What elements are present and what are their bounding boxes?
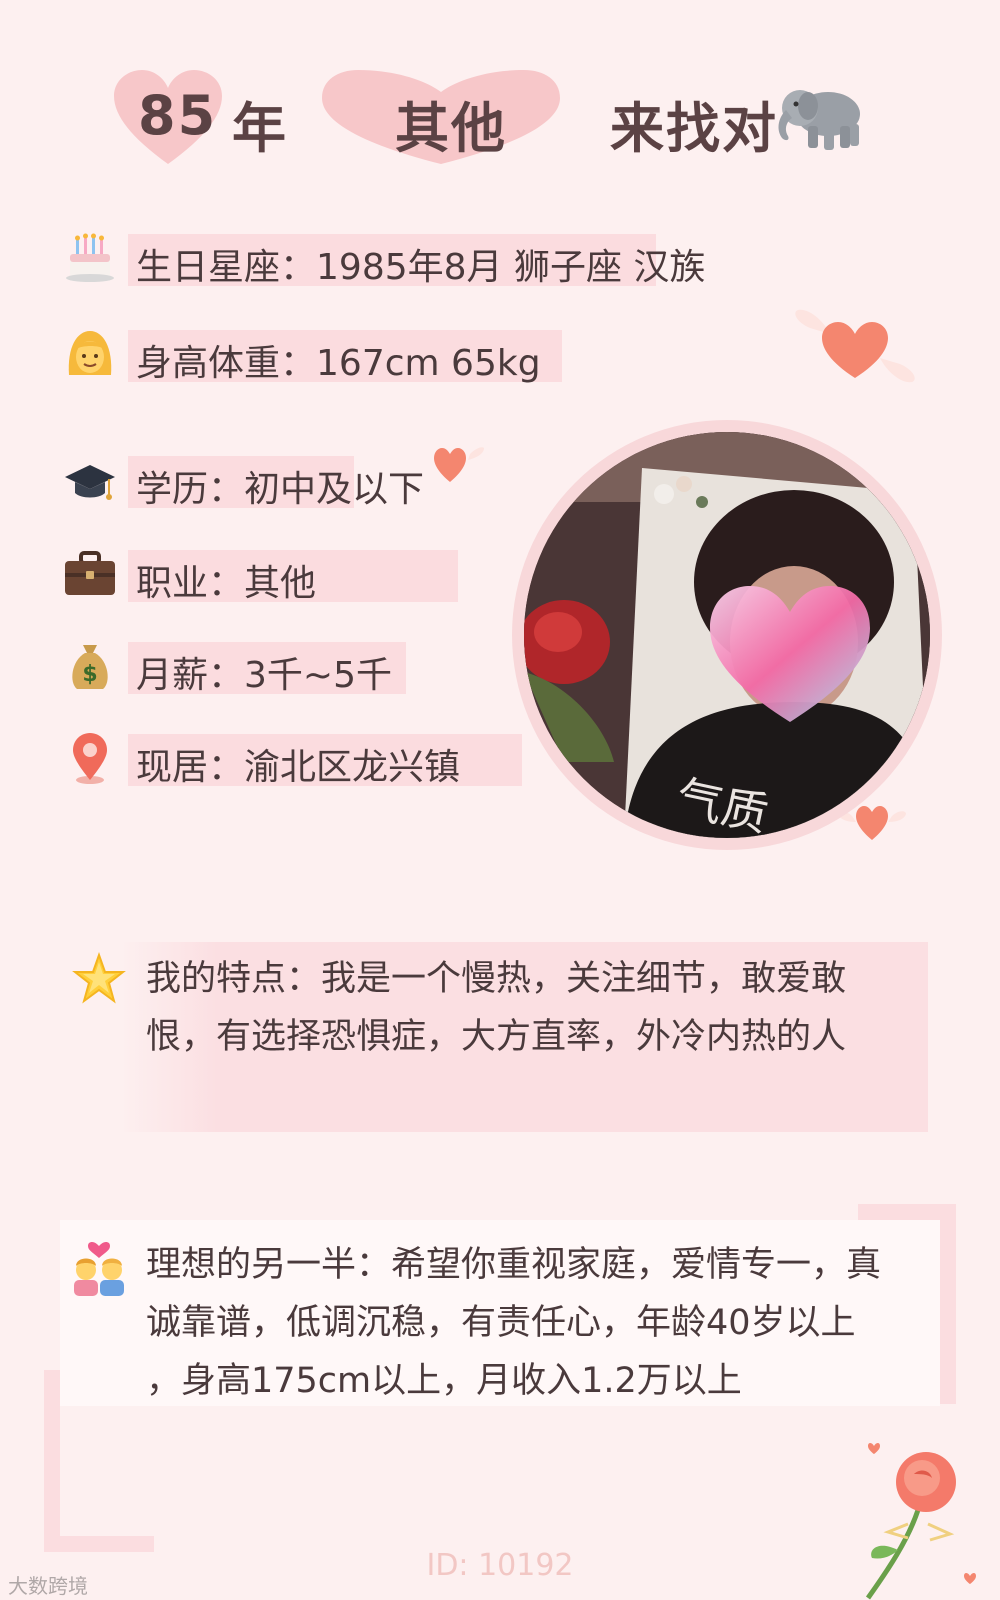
row-value: 1985年8月 狮子座 汉族 xyxy=(316,247,706,288)
height-weight-row: 身高体重：167cm 65kg xyxy=(136,334,541,386)
row-value: 渝北区龙兴镇 xyxy=(244,747,461,788)
row-value: 其他 xyxy=(244,563,317,604)
ideal-line-3: ，身高175cm以上，月收入1.2万以上 xyxy=(146,1361,742,1401)
woman-icon xyxy=(62,326,118,382)
location-pin-icon xyxy=(62,730,118,786)
profile-id: ID: 10192 xyxy=(426,1548,574,1583)
tagline: 来找对 xyxy=(610,97,778,160)
winged-heart-icon xyxy=(795,309,915,383)
traits-line-1: 我的特点：我是一个慢热，关注细节，敢爱敢 xyxy=(146,959,847,999)
small-heart-icon xyxy=(434,447,484,482)
ideal-text: 理想的另一半：希望你重视家庭，爱情专一，真 诚靠谱，低调沉稳，有责任心，年龄40… xyxy=(146,1236,936,1410)
row-value: 初中及以下 xyxy=(244,469,425,510)
row-label: 身高体重： xyxy=(136,343,317,384)
row-value: 167cm 65kg xyxy=(316,343,541,384)
year-label: 85 xyxy=(138,84,218,147)
row-value: 3千~5千 xyxy=(244,655,392,696)
money-bag-icon: $ xyxy=(62,638,118,694)
elephant-icon xyxy=(778,90,860,150)
couple-heart-icon xyxy=(74,1242,124,1296)
occupation-row: 职业：其他 xyxy=(136,554,316,606)
row-label: 生日星座： xyxy=(136,247,317,288)
residence-row: 现居：渝北区龙兴镇 xyxy=(136,738,460,790)
year-suffix: 年 xyxy=(232,97,288,160)
ideal-line-2: 诚靠谱，低调沉稳，有责任心，年龄40岁以上 xyxy=(146,1303,856,1343)
briefcase-icon xyxy=(62,546,118,602)
profile-photo[interactable]: 气质 xyxy=(524,432,930,838)
ideal-line-1: 理想的另一半：希望你重视家庭，爱情专一，真 xyxy=(146,1245,882,1285)
graduation-cap-icon xyxy=(62,454,118,510)
category-label: 其他 xyxy=(395,97,507,160)
cake-icon xyxy=(62,230,118,286)
svg-text:$: $ xyxy=(82,662,97,687)
star-icon xyxy=(72,952,126,1004)
birthday-zodiac-row: 生日星座：1985年8月 狮子座 汉族 xyxy=(136,238,705,290)
traits-line-2: 恨，有选择恐惧症，大方直率，外冷内热的人 xyxy=(146,1017,847,1057)
row-label: 学历： xyxy=(136,469,245,510)
row-label: 现居： xyxy=(136,747,245,788)
salary-row: 月薪：3千~5千 xyxy=(136,646,392,698)
photo-illustration: 气质 xyxy=(524,432,930,838)
education-row: 学历：初中及以下 xyxy=(136,460,424,512)
watermark: 大数跨境 xyxy=(8,1574,88,1598)
traits-text: 我的特点：我是一个慢热，关注细节，敢爱敢 恨，有选择恐惧症，大方直率，外冷内热的… xyxy=(146,950,926,1066)
row-label: 月薪： xyxy=(136,655,245,696)
row-label: 职业： xyxy=(136,563,245,604)
